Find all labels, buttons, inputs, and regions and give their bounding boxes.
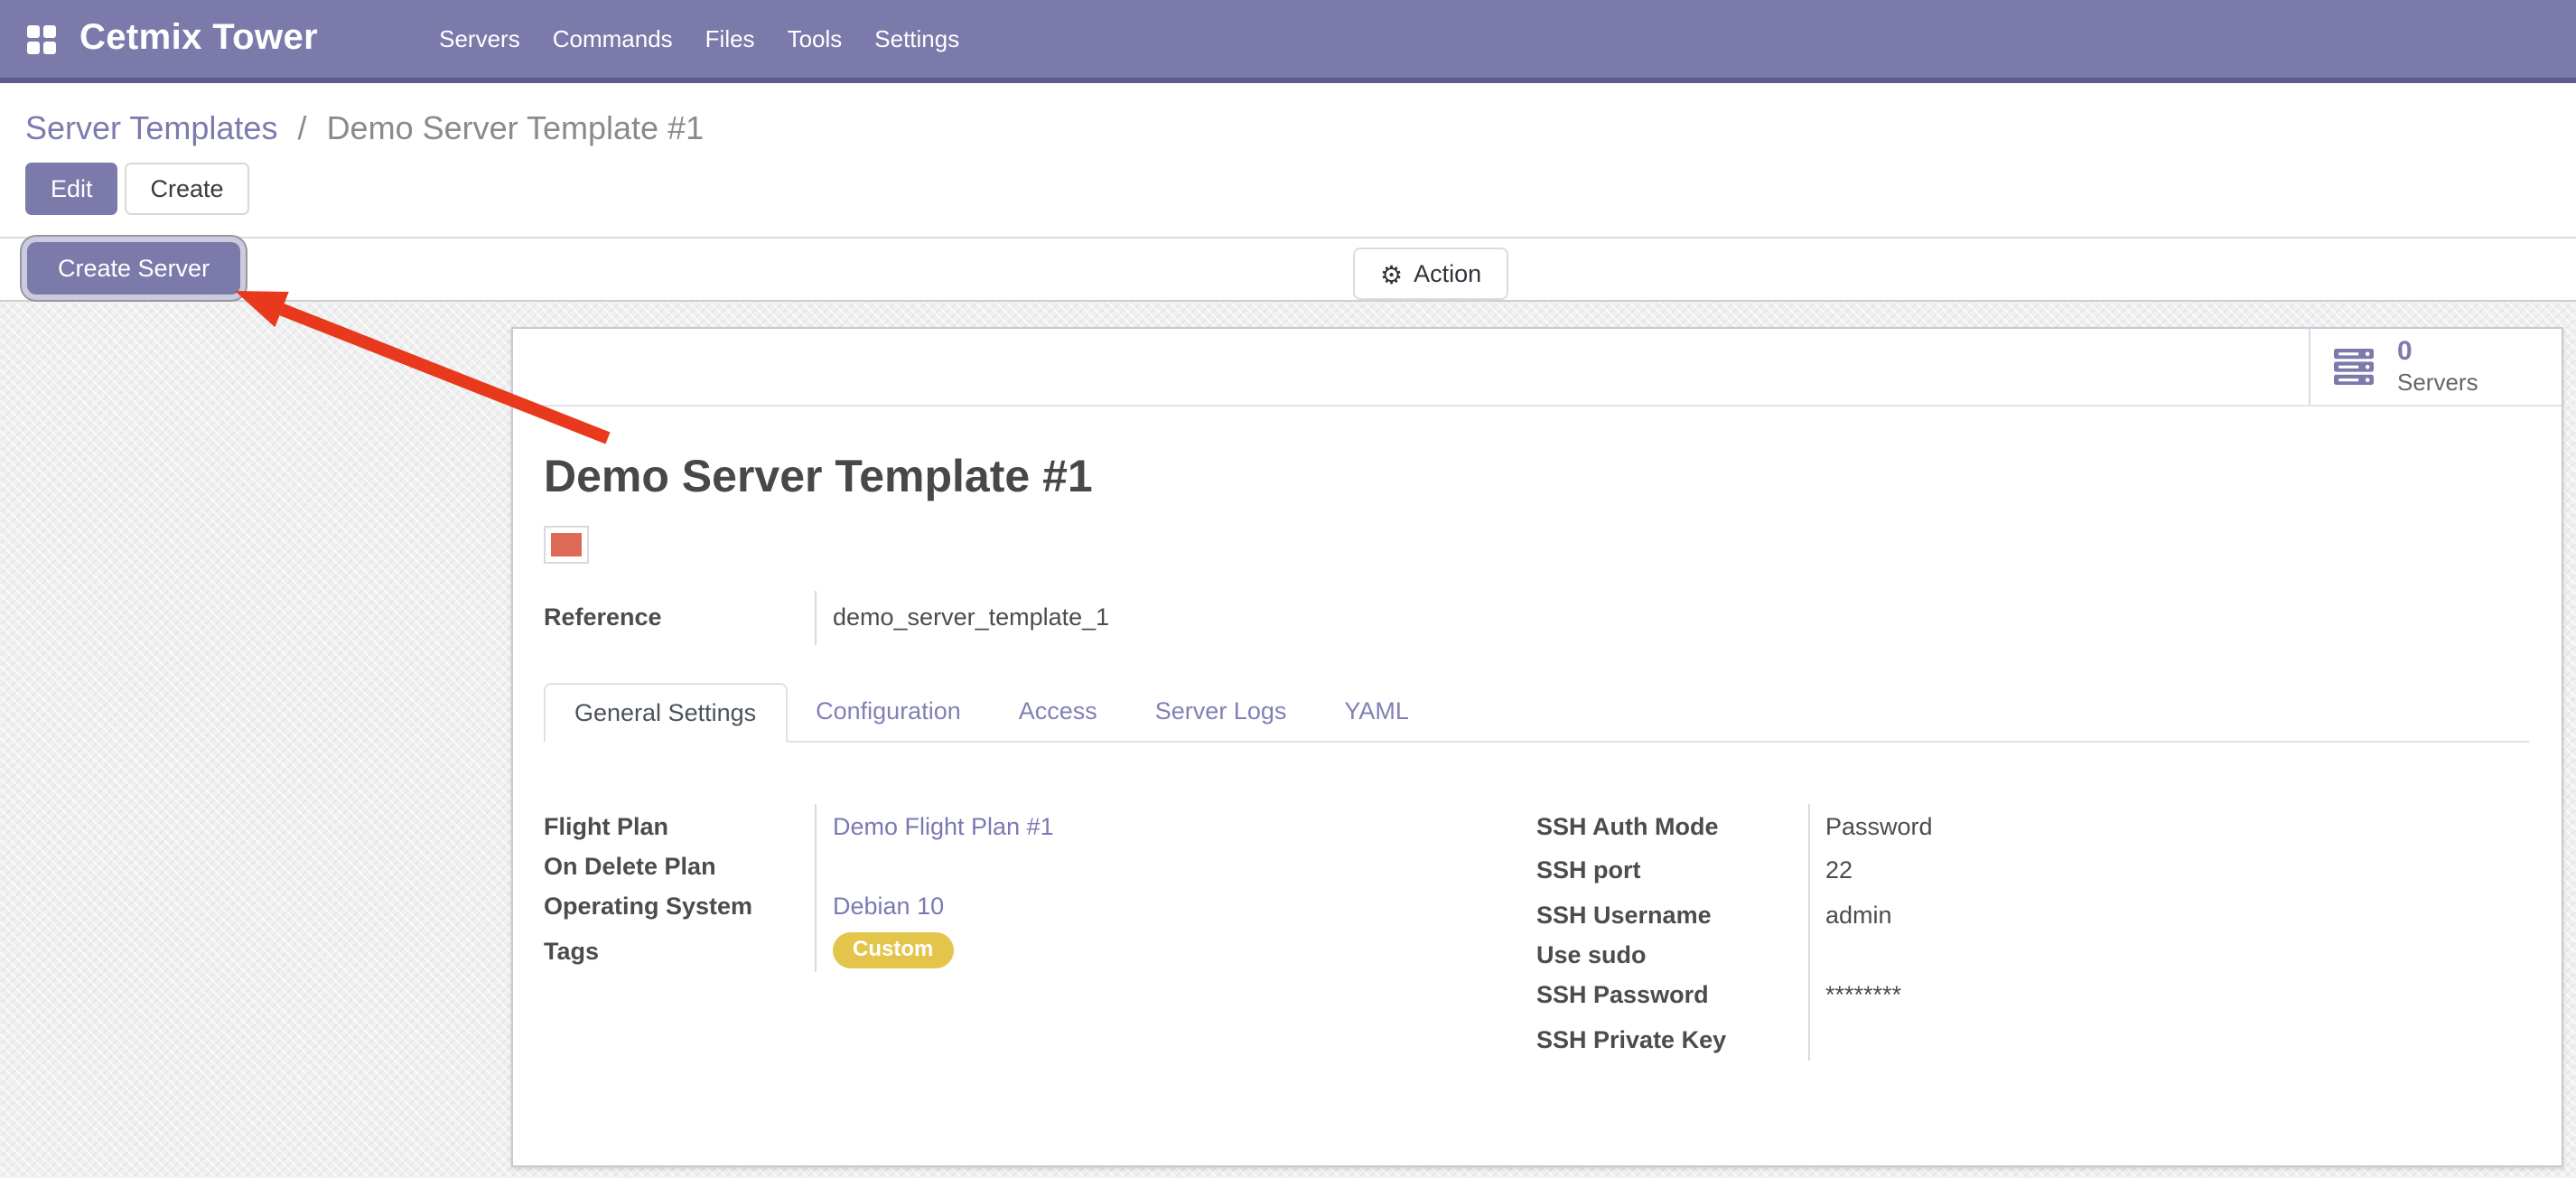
top-navbar: Cetmix Tower Servers Commands Files Tool… (0, 0, 2576, 83)
breadcrumb-parent-link[interactable]: Server Templates (25, 110, 277, 146)
menu-item-commands[interactable]: Commands (537, 0, 689, 78)
edit-button[interactable]: Edit (25, 163, 118, 215)
reference-value: demo_server_template_1 (815, 591, 2529, 645)
gear-icon: ⚙ (1380, 261, 1403, 286)
operating-system-label: Operating System (544, 884, 815, 929)
field-groups: Flight Plan Demo Flight Plan #1 On Delet… (544, 804, 2529, 1061)
reference-label: Reference (544, 604, 815, 631)
tab-yaml[interactable]: YAML (1315, 683, 1438, 741)
ssh-private-key-value (1807, 1017, 2529, 1061)
flight-plan-value: Demo Flight Plan #1 (815, 804, 1536, 848)
create-server-button[interactable]: Create Server (27, 242, 240, 294)
tab-general-settings[interactable]: General Settings (544, 683, 787, 743)
ssh-username-label: SSH Username (1536, 893, 1807, 937)
sheet-body: Demo Server Template #1 Reference demo_s… (513, 407, 2562, 1061)
on-delete-plan-value (815, 848, 1536, 884)
ssh-auth-mode-value: Password (1807, 804, 2529, 848)
use-sudo-label: Use sudo (1536, 937, 1807, 973)
button-box: 0 Servers (513, 329, 2562, 407)
flight-plan-link[interactable]: Demo Flight Plan #1 (833, 812, 1054, 839)
action-bar: Create Server (0, 237, 2576, 302)
server-stack-icon (2334, 348, 2377, 386)
field-group-left: Flight Plan Demo Flight Plan #1 On Delet… (544, 804, 1536, 1061)
servers-count: 0 (2397, 337, 2478, 369)
flight-plan-label: Flight Plan (544, 804, 815, 848)
content-area: 0 Servers Demo Server Template #1 Refere… (0, 302, 2576, 1178)
action-button[interactable]: ⚙ Action (1353, 248, 1508, 300)
menu-item-files[interactable]: Files (689, 0, 771, 78)
ssh-password-label: SSH Password (1536, 973, 1807, 1017)
app-window: Cetmix Tower Servers Commands Files Tool… (0, 0, 2576, 1174)
breadcrumb-current: Demo Server Template #1 (327, 110, 705, 146)
control-panel: Server Templates / Demo Server Template … (0, 83, 2576, 215)
on-delete-plan-label: On Delete Plan (544, 848, 815, 884)
tag-custom: Custom (833, 932, 953, 968)
ssh-private-key-label: SSH Private Key (1536, 1017, 1807, 1061)
menu-item-tools[interactable]: Tools (771, 0, 859, 78)
apps-menu-icon[interactable] (27, 24, 56, 53)
menu-item-servers[interactable]: Servers (423, 0, 537, 78)
menu-item-settings[interactable]: Settings (858, 0, 975, 78)
tags-label: Tags (544, 929, 815, 973)
main-menu: Servers Commands Files Tools Settings (423, 0, 975, 78)
operating-system-value: Debian 10 (815, 884, 1536, 929)
tab-configuration[interactable]: Configuration (787, 683, 990, 741)
ssh-port-label: SSH port (1536, 848, 1807, 893)
brand-logo[interactable]: Cetmix Tower (79, 18, 318, 60)
breadcrumb-separator: / (287, 110, 318, 146)
ssh-username-value: admin (1807, 893, 2529, 937)
servers-stat-button[interactable]: 0 Servers (2309, 329, 2562, 405)
servers-count-label: Servers (2397, 369, 2478, 397)
tab-access[interactable]: Access (990, 683, 1126, 741)
record-title: Demo Server Template #1 (544, 452, 2529, 504)
field-group-right: SSH Auth Mode Password SSH port 22 SSH U… (1536, 804, 2529, 1061)
notebook-tabs: General Settings Configuration Access Se… (544, 683, 2529, 743)
form-sheet: 0 Servers Demo Server Template #1 Refere… (511, 327, 2563, 1167)
reference-field: Reference demo_server_template_1 (544, 591, 2529, 645)
operating-system-link[interactable]: Debian 10 (833, 893, 944, 920)
ssh-auth-mode-label: SSH Auth Mode (1536, 804, 1807, 848)
action-button-label: Action (1414, 260, 1481, 287)
ssh-password-value: ******** (1807, 973, 2529, 1017)
tags-value: Custom (815, 929, 1536, 973)
control-buttons: Edit Create (25, 163, 2551, 215)
color-swatch (546, 528, 587, 562)
tab-server-logs[interactable]: Server Logs (1126, 683, 1316, 741)
create-button[interactable]: Create (126, 163, 249, 215)
breadcrumb: Server Templates / Demo Server Template … (25, 107, 2551, 150)
ssh-port-value: 22 (1807, 848, 2529, 893)
use-sudo-value (1807, 937, 2529, 973)
